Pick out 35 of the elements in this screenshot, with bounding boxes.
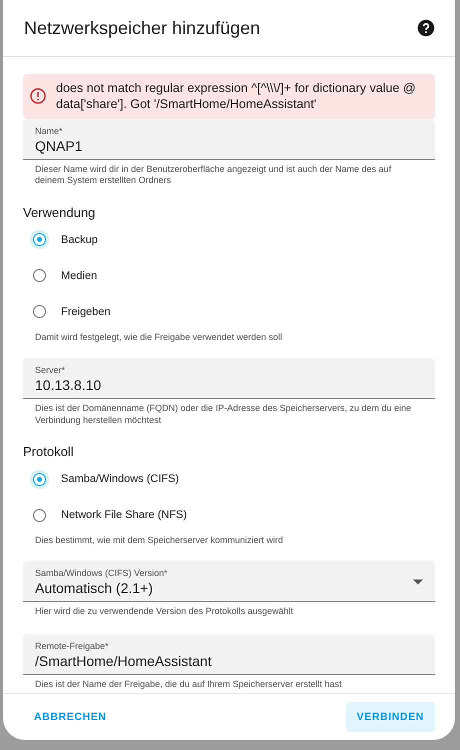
radio-label[interactable]: Backup bbox=[61, 234, 98, 246]
helper-text: Dies bestimmt, wie mit dem Speicherserver kommuniziert wird bbox=[34, 534, 284, 546]
error-message: does not match regular expression ^[^\\\/]+ for dictionary value @ data['share']. Got '/SmartHome/HomeAssistant' bbox=[56, 80, 417, 112]
field-value: Automatisch (2.1+) bbox=[35, 580, 153, 596]
field-label: Server* bbox=[35, 364, 66, 375]
helper-text: Damit wird festgelegt, wie die Freigabe verwendet werden soll bbox=[34, 330, 284, 342]
section-title: Protokoll bbox=[23, 444, 74, 460]
radio-button[interactable] bbox=[33, 305, 46, 318]
helper-text: Dies ist der Name der Freigabe, die du auf Ihrem Speicherserver erstellt hast bbox=[34, 678, 343, 691]
input-field[interactable]: Name* QNAP1 bbox=[23, 118, 435, 160]
radio-label[interactable]: Network File Share (NFS) bbox=[61, 509, 187, 522]
dialog-title: Netzwerkspeicher hinzufügen bbox=[24, 18, 260, 38]
input-field[interactable]: Remote-Freigabe* /SmartHome/HomeAssistant bbox=[23, 634, 435, 675]
radio-button[interactable] bbox=[33, 233, 46, 246]
radio-button[interactable] bbox=[33, 472, 46, 486]
radio-button[interactable] bbox=[33, 508, 46, 522]
field-label: Name* bbox=[35, 126, 63, 136]
dropdown-caret-icon bbox=[413, 579, 423, 586]
radio-label[interactable]: Medien bbox=[61, 270, 98, 282]
error-icon bbox=[30, 88, 46, 104]
radio-label[interactable]: Samba/Windows (CIFS) bbox=[61, 473, 179, 486]
field-label: Samba/Windows (CIFS) Version* bbox=[35, 568, 168, 578]
field-label: Remote-Freigabe* bbox=[35, 640, 109, 651]
radio-button[interactable] bbox=[33, 269, 46, 282]
select-field[interactable]: Samba/Windows (CIFS) Version* Automatisch (2.1+) bbox=[23, 561, 435, 602]
field-value: 10.13.8.10 bbox=[35, 376, 102, 393]
radio-label[interactable]: Freigeben bbox=[61, 306, 111, 318]
helper-text: Dies ist der Domänenname (FQDN) oder die IP-Adresse des Speicherservers, zu dem du eine Verbindung herstellen möchtest bbox=[34, 402, 412, 426]
field-value: /SmartHome/HomeAssistant bbox=[35, 652, 212, 669]
field-value: QNAP1 bbox=[35, 138, 82, 154]
section-title: Verwendung bbox=[23, 204, 96, 220]
help-icon[interactable] bbox=[417, 19, 435, 37]
helper-text: Dieser Name wird dir in der Benutzeroberfläche angezeigt und ist auch der Name des auf deinem System erstellten Ordners bbox=[34, 162, 392, 187]
input-field[interactable]: Server* 10.13.8.10 bbox=[23, 358, 435, 399]
helper-text: Hier wird die zu verwendende Version des Protokolls ausgewählt bbox=[34, 605, 294, 618]
